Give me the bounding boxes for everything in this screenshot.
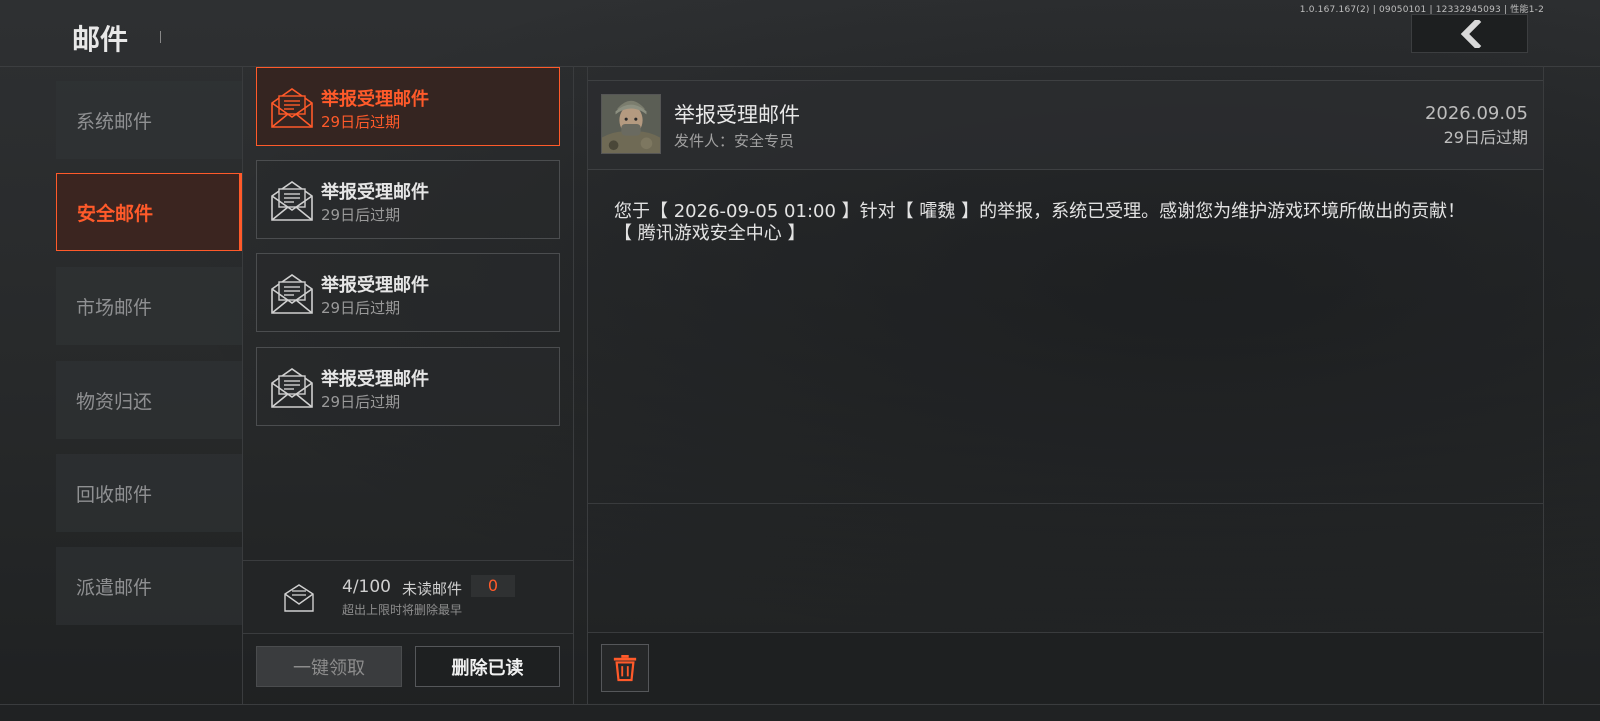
- mail-detail-sender: 发件人：安全专员: [674, 132, 795, 150]
- category-label: 物资归还: [76, 390, 153, 413]
- trash-icon: [613, 655, 637, 682]
- mail-item[interactable]: 举报受理邮件 29日后过期: [256, 67, 560, 146]
- mail-envelope-icon: [271, 274, 313, 314]
- category-label: 系统邮件: [76, 110, 153, 133]
- limit-hint: 超出上限时将删除最早: [342, 603, 463, 617]
- mail-envelope-icon: [271, 368, 313, 408]
- category-label: 市场邮件: [76, 296, 153, 319]
- mail-body-line: 您于【 2026-09-05 01:00 】针对【 嚯魏 】的举报，系统已受理。…: [614, 201, 1466, 222]
- category-system-mail[interactable]: 系统邮件: [56, 81, 242, 159]
- mail-item[interactable]: 举报受理邮件 29日后过期: [256, 253, 560, 332]
- mail-body-signature: 【 腾讯游戏安全中心 】: [614, 223, 806, 244]
- sender-avatar: [601, 94, 661, 154]
- bottom-strip: [0, 704, 1600, 721]
- mail-item-title: 举报受理邮件: [321, 369, 429, 390]
- mail-envelope-icon: [271, 88, 313, 128]
- mail-item-title: 举报受理邮件: [321, 89, 429, 110]
- unread-count-badge: 0: [471, 575, 515, 597]
- category-dispatch-mail[interactable]: 派遣邮件: [56, 547, 242, 625]
- mail-item-expire: 29日后过期: [321, 206, 401, 224]
- mail-detail-title: 举报受理邮件: [674, 103, 800, 127]
- mail-count: 4/100: [342, 577, 391, 597]
- mail-item[interactable]: 举报受理邮件 29日后过期: [256, 160, 560, 239]
- claim-all-button[interactable]: 一键领取: [256, 646, 402, 687]
- mail-envelope-icon: [271, 181, 313, 221]
- mail-detail-expire: 29日后过期: [1443, 128, 1528, 147]
- mail-item-title: 举报受理邮件: [321, 182, 429, 203]
- detail-divider: [588, 503, 1543, 504]
- mail-detail-date: 2026.09.05: [1424, 103, 1528, 124]
- mail-item-title: 举报受理邮件: [321, 275, 429, 296]
- mailbox-icon: [284, 584, 314, 612]
- delete-mail-button[interactable]: [601, 644, 649, 692]
- mail-item[interactable]: 举报受理邮件 29日后过期: [256, 347, 560, 426]
- delete-read-button[interactable]: 删除已读: [415, 646, 560, 687]
- title-divider: [160, 31, 161, 43]
- mail-item-expire: 29日后过期: [321, 113, 401, 131]
- top-bar: 邮件: [0, 0, 1600, 67]
- mail-item-expire: 29日后过期: [321, 299, 401, 317]
- category-label: 安全邮件: [77, 202, 154, 225]
- category-market-mail[interactable]: 市场邮件: [56, 267, 242, 345]
- chevron-left-icon: [1460, 19, 1481, 48]
- back-button[interactable]: [1411, 14, 1528, 53]
- page-title: 邮件: [72, 23, 129, 56]
- category-security-mail[interactable]: 安全邮件: [56, 173, 242, 251]
- category-label: 回收邮件: [76, 483, 153, 506]
- category-label: 派遣邮件: [76, 576, 153, 599]
- mail-item-expire: 29日后过期: [321, 393, 401, 411]
- category-recycle-mail[interactable]: 回收邮件: [56, 454, 242, 532]
- mail-detail-footer: [588, 633, 1543, 703]
- soldier-portrait-icon: [602, 95, 660, 153]
- category-supply-return[interactable]: 物资归还: [56, 361, 242, 439]
- unread-label: 未读邮件: [402, 580, 463, 598]
- mail-detail-body: 您于【 2026-09-05 01:00 】针对【 嚯魏 】的举报，系统已受理。…: [614, 201, 1514, 245]
- mail-stats: 4/100 未读邮件 0 超出上限时将删除最早: [243, 560, 573, 634]
